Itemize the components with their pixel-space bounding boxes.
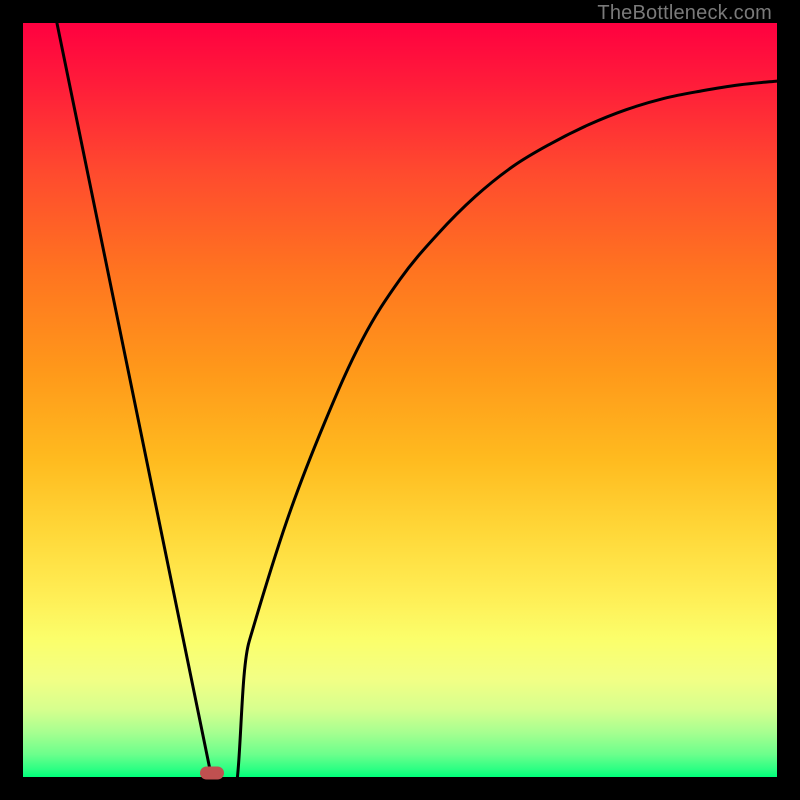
optimal-marker	[200, 767, 224, 780]
watermark-text: TheBottleneck.com	[597, 2, 772, 25]
bottleneck-curve	[23, 23, 777, 777]
plot-frame	[23, 23, 777, 777]
